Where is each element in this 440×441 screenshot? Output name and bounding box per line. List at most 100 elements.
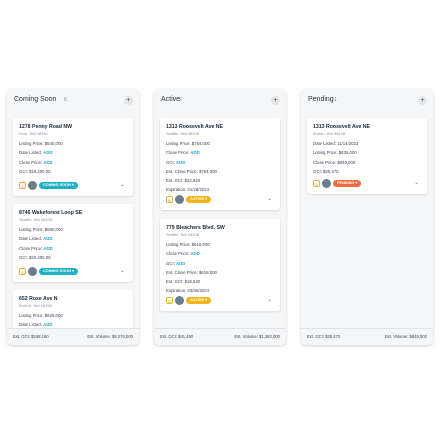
- detail-value: $835,000: [338, 150, 357, 156]
- plus-icon[interactable]: +: [418, 96, 427, 105]
- detail-label: Close Price:: [313, 159, 338, 165]
- pipeline-column: Pending 1 + 1313 Roosevelt Ave NE Burien, WA…: [301, 89, 433, 345]
- detail-label: Close Price:: [166, 251, 191, 257]
- caret-down-icon: ▾: [203, 298, 207, 302]
- status-label: PENDING: [337, 181, 355, 185]
- detail-row: Close Price: $849,000: [313, 158, 358, 167]
- add-link[interactable]: ADD: [176, 160, 185, 165]
- detail-row: Date Listed: ADD: [19, 148, 63, 157]
- listing-details: Listing Price: $764,000 Close Price: ADD G…: [166, 139, 217, 195]
- pipeline-column: Coming Soon 6 +1278 Penny Road NW Kent, WA …: [7, 89, 139, 345]
- detail-row: GCI: $16,200.00: [19, 167, 63, 176]
- detail-row: Listing Price: $618,000: [166, 240, 217, 249]
- detail-value: $20,400.00: [29, 254, 51, 260]
- detail-value: $618,000: [198, 269, 217, 275]
- add-link[interactable]: ADD: [43, 322, 52, 327]
- chevron-down-icon[interactable]: ⌄: [120, 267, 125, 274]
- detail-label: GCI:: [166, 159, 177, 165]
- detail-row: Listing Price: $680,000: [19, 225, 63, 234]
- status-label: ACTIVE: [190, 197, 204, 201]
- listing-details: Listing Price: $625,000Date Listed: ADDC…: [19, 311, 63, 329]
- detail-row: GCI: $20,400.00: [19, 253, 63, 262]
- add-link[interactable]: ADD: [176, 261, 185, 266]
- listing-card[interactable]: 779 Bleachers Blvd. SW Seattle, WA 98108 L…: [160, 219, 280, 311]
- column-header: Pending 1 +: [301, 89, 433, 111]
- column-footer: Est. GCI: $248,160 Est. Volume: $8,270,00…: [7, 328, 139, 345]
- card-list[interactable]: 1278 Penny Road NW Kent, WA 98030 Listing …: [7, 111, 139, 329]
- status-label: COMING SOON: [43, 269, 71, 273]
- detail-row: Date Listed: 11/14/2023: [313, 139, 358, 148]
- listing-address[interactable]: 1313 Roosevelt Ave NE: [166, 124, 223, 130]
- detail-row: GCI: $25,470: [313, 167, 358, 176]
- status-dropdown[interactable]: COMING SOON ▾: [39, 182, 78, 189]
- chevron-down-icon[interactable]: ⌄: [267, 296, 272, 303]
- add-link[interactable]: ADD: [43, 150, 52, 155]
- column-title: Pending: [308, 96, 334, 103]
- listing-address[interactable]: 1313 Roosevelt Ave NE: [313, 124, 370, 130]
- detail-label: GCI:: [166, 260, 177, 266]
- detail-label: Listing Price:: [166, 141, 192, 146]
- listing-card[interactable]: 8746 Wakeforest Loop SE Seattle, WA 98108…: [13, 204, 133, 282]
- listing-details: Date Listed: 11/14/2023 Listing Price: $8…: [313, 139, 358, 176]
- detail-label: Est. GCI:: [166, 279, 185, 285]
- add-link[interactable]: ADD: [43, 236, 52, 241]
- card-list[interactable]: 1313 Roosevelt Ave NE Seattle, WA 98108 Li…: [154, 111, 286, 329]
- add-link[interactable]: ADD: [43, 160, 52, 165]
- add-link[interactable]: ADD: [190, 251, 199, 256]
- detail-row: Listing Price: $764,000: [166, 139, 217, 148]
- detail-label: GCI:: [313, 168, 324, 174]
- avatar[interactable]: [175, 296, 184, 305]
- listing-card[interactable]: 1278 Penny Road NW Kent, WA 98030 Listing …: [13, 118, 133, 196]
- listing-city: Bothell, WA 98158: [19, 303, 52, 308]
- listing-details: Listing Price: $680,000 Date Listed: ADD C…: [19, 225, 63, 262]
- detail-label: Listing Price:: [19, 313, 45, 318]
- column-count: 2: [179, 97, 182, 103]
- detail-value: 11/14/2023: [337, 141, 359, 146]
- avatar[interactable]: [28, 181, 37, 190]
- chevron-down-icon[interactable]: ⌄: [267, 195, 272, 202]
- card-list[interactable]: 1313 Roosevelt Ave NE Burien, WA 98108 Dat…: [301, 111, 433, 329]
- status-dropdown[interactable]: ACTIVE ▾: [186, 196, 211, 203]
- detail-row: GCI: ADD: [166, 158, 217, 167]
- add-link[interactable]: ADD: [43, 246, 52, 251]
- detail-label: Expiration:: [166, 288, 188, 294]
- detail-row: Listing Price: $835,000: [313, 148, 358, 157]
- listing-card[interactable]: 1313 Roosevelt Ave NE Burien, WA 98108 Dat…: [307, 118, 427, 194]
- status-dropdown[interactable]: ACTIVE ▾: [186, 297, 211, 304]
- chevron-down-icon[interactable]: ⌄: [120, 181, 125, 188]
- chevron-down-icon[interactable]: ⌄: [414, 179, 419, 186]
- avatar[interactable]: [28, 267, 37, 276]
- listing-address[interactable]: 652 Rose Ave N: [19, 296, 58, 302]
- priority-badge: B: [166, 297, 173, 304]
- column-title: Active: [161, 96, 181, 103]
- listing-address[interactable]: 1278 Penny Road NW: [19, 124, 72, 130]
- plus-icon[interactable]: +: [124, 96, 133, 105]
- detail-row: Est. Close Price: $618,000: [166, 268, 217, 277]
- status-dropdown[interactable]: COMING SOON ▾: [39, 268, 78, 275]
- avatar[interactable]: [322, 179, 331, 188]
- avatar[interactable]: [175, 195, 184, 204]
- pipeline-column: Active 2 +1313 Roosevelt Ave NE Seattle, WA…: [154, 89, 286, 345]
- priority-badge: 5: [313, 180, 320, 187]
- plus-icon[interactable]: +: [271, 96, 280, 105]
- priority-badge: 3: [19, 268, 26, 275]
- listing-city: Kent, WA 98030: [19, 131, 48, 136]
- status-dropdown[interactable]: PENDING ▾: [333, 180, 362, 187]
- column-count: 6: [64, 97, 67, 103]
- priority-badge: B: [166, 196, 173, 203]
- listing-card[interactable]: 1313 Roosevelt Ave NE Seattle, WA 98108 Li…: [160, 118, 280, 210]
- add-link[interactable]: ADD: [190, 150, 199, 155]
- detail-label: Date Listed:: [19, 150, 44, 156]
- listing-address[interactable]: 8746 Wakeforest Loop SE: [19, 210, 82, 216]
- est-gci: Est. GCI: $248,160: [13, 334, 49, 339]
- detail-label: Close Price:: [166, 150, 191, 156]
- detail-value: $22,920: [184, 178, 201, 184]
- detail-value: $680,000: [44, 227, 63, 232]
- card-footer: B ACTIVE ▾ ⌄: [166, 295, 274, 307]
- detail-value: $625,000: [44, 313, 63, 318]
- detail-label: Close Price:: [19, 245, 44, 251]
- detail-label: Est. Close Price:: [166, 269, 199, 275]
- listing-address[interactable]: 779 Bleachers Blvd. SW: [166, 225, 225, 231]
- listing-card[interactable]: 652 Rose Ave N Bothell, WA 98158 Listing P…: [13, 290, 133, 329]
- caret-down-icon: ▾: [354, 181, 358, 185]
